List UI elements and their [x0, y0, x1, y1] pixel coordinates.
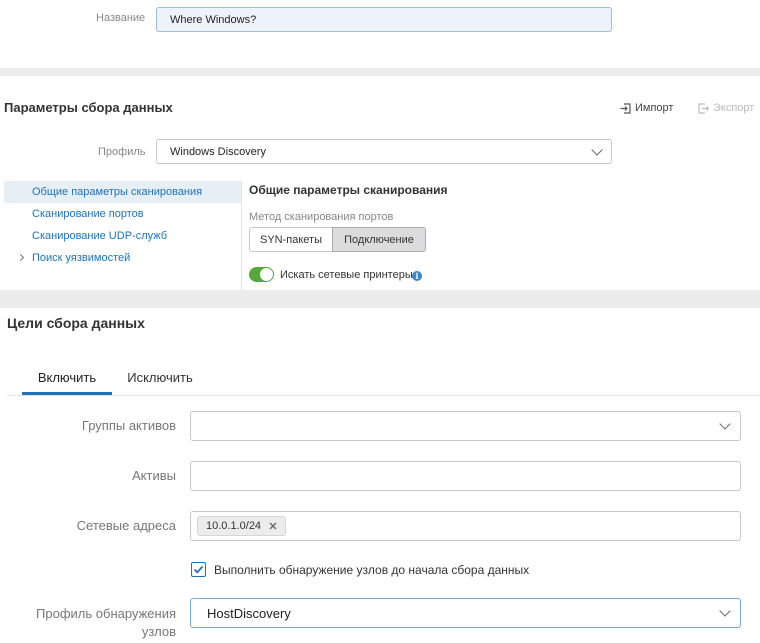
method-option-connect[interactable]: Подключение: [332, 227, 426, 252]
printers-toggle[interactable]: [249, 267, 274, 282]
discovery-profile-label: Профиль обнаружения: [36, 606, 176, 621]
discovery-check-label: Выполнить обнаружение узлов до начала сб…: [214, 563, 530, 577]
targets-title: Цели сбора данных: [7, 315, 145, 331]
side-nav-item-ports[interactable]: Сканирование портов: [4, 203, 241, 225]
import-icon: [620, 102, 631, 114]
assets-input[interactable]: [190, 461, 741, 491]
profile-label: Профиль: [98, 146, 146, 158]
printers-label: Искать сетевые принтеры: [280, 269, 413, 281]
side-nav-item-label: Поиск уязвимостей: [32, 252, 131, 264]
assets-label: Активы: [132, 468, 176, 483]
name-input[interactable]: Where Windows?: [156, 7, 612, 32]
tab-exclude[interactable]: Исключить: [118, 360, 202, 395]
name-label: Название: [96, 12, 146, 24]
section-divider: [0, 290, 760, 308]
method-option-label: Подключение: [344, 234, 414, 246]
section-divider: [0, 68, 760, 76]
side-nav-item-label: Сканирование UDP-служб: [32, 230, 168, 242]
discovery-profile-label-line2: узлов: [141, 624, 176, 639]
general-title: Общие параметры сканирования: [249, 183, 448, 197]
export-label: Экспорт: [713, 102, 755, 114]
collect-title: Параметры сбора данных: [4, 100, 173, 115]
chevron-right-icon: [16, 253, 25, 262]
discovery-profile-select[interactable]: HostDiscovery: [190, 598, 741, 628]
discovery-profile-value: HostDiscovery: [207, 606, 291, 621]
tab-include[interactable]: Включить: [22, 360, 112, 395]
side-nav-item-general[interactable]: Общие параметры сканирования: [4, 181, 241, 203]
method-label: Метод сканирования портов: [249, 211, 394, 223]
method-option-syn[interactable]: SYN-пакеты: [249, 227, 333, 252]
close-icon[interactable]: [269, 522, 277, 530]
discovery-checkbox[interactable]: [191, 562, 206, 577]
export-icon: [698, 102, 709, 114]
side-nav-item-label: Сканирование портов: [32, 208, 144, 220]
tab-label: Включить: [37, 370, 97, 385]
side-nav-item-vulns[interactable]: Поиск уязвимостей: [4, 247, 241, 269]
info-icon[interactable]: i: [412, 271, 422, 281]
export-button[interactable]: Экспорт: [698, 100, 754, 116]
check-icon: [193, 565, 204, 574]
import-label: Импорт: [635, 102, 674, 114]
address-tag: 10.0.1.0/24: [197, 516, 287, 536]
import-button[interactable]: Импорт: [620, 100, 673, 116]
name-input-value: Where Windows?: [170, 14, 257, 26]
profile-select-value: Windows Discovery: [170, 146, 266, 158]
chevron-down-icon: [591, 144, 603, 156]
chevron-down-icon: [719, 418, 731, 430]
asset-groups-label: Группы активов: [81, 418, 176, 433]
addresses-input[interactable]: 10.0.1.0/24: [190, 511, 741, 541]
address-tag-label: 10.0.1.0/24: [206, 520, 262, 532]
side-nav-item-label: Общие параметры сканирования: [32, 186, 203, 198]
profile-select[interactable]: Windows Discovery: [156, 139, 612, 164]
toggle-knob: [260, 268, 273, 281]
side-nav-item-udp[interactable]: Сканирование UDP-служб: [4, 225, 241, 247]
method-option-label: SYN-пакеты: [260, 234, 322, 246]
addresses-label: Сетевые адреса: [76, 518, 176, 533]
tabs-divider: [7, 395, 760, 396]
asset-groups-select[interactable]: [190, 411, 741, 441]
tab-label: Исключить: [127, 370, 193, 385]
chevron-down-icon: [719, 605, 731, 617]
